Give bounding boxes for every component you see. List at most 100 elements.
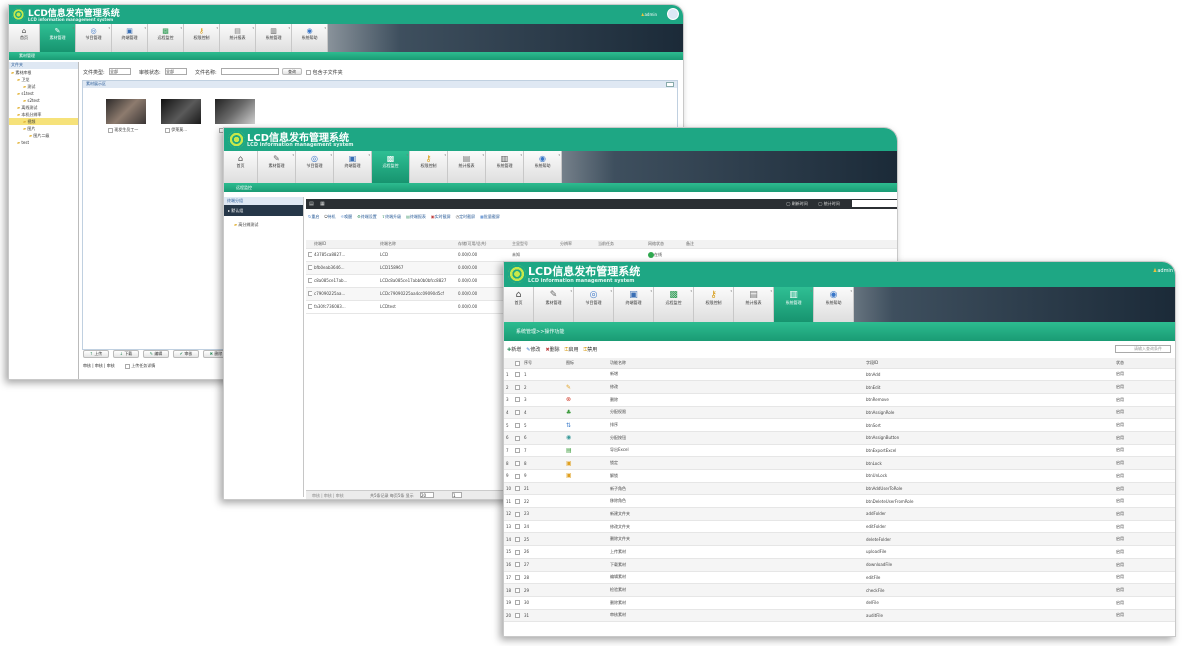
row-checkbox[interactable] (308, 304, 312, 310)
row-checkbox[interactable] (515, 613, 520, 619)
include-subfolders[interactable]: 包含子文件夹 (306, 69, 343, 76)
nav-system[interactable]: ▥ 系统管理 ▾ (256, 24, 292, 52)
tree-node[interactable]: ▰ test (9, 139, 78, 146)
nav-key[interactable]: ⚷ 权限控制 ▾ (694, 287, 734, 322)
table-row[interactable]: 12 23 新建文件夹 addFolder 启用 (504, 507, 1175, 521)
row-checkbox[interactable] (308, 265, 312, 271)
upload-task-detail[interactable]: 上传任务详情 (125, 363, 155, 369)
toolbar-item-8[interactable]: ▦批量截屏 (480, 214, 500, 223)
list-view-icon[interactable]: ▤ (309, 201, 314, 207)
nav-home[interactable]: ⌂ 首页 (9, 24, 40, 52)
toolbar-item-1[interactable]: ⏻待机 (324, 214, 335, 223)
column-header[interactable]: 备注 (684, 240, 714, 249)
table-row[interactable]: 13 24 修改文件夹 editFolder 启用 (504, 520, 1175, 534)
row-checkbox[interactable] (515, 587, 520, 593)
row-checkbox[interactable] (515, 473, 520, 479)
nav-pencil[interactable]: ✎ 素材管理 ▾ (534, 287, 574, 322)
column-header[interactable]: 状态 (1114, 358, 1175, 369)
tree-node[interactable]: ▰ 测试 (9, 83, 78, 90)
stats-time[interactable]: ◯ 统计时间 (818, 201, 840, 207)
search-button[interactable]: 查询 (282, 68, 302, 75)
tree-node[interactable]: ▰ 图片二级 (9, 132, 78, 139)
nav-home[interactable]: ⌂ 首页 (224, 151, 258, 183)
nav-report[interactable]: ▤ 统计报表 ▾ (220, 24, 256, 52)
nav-help[interactable]: ◉ 系统帮助 ▾ (524, 151, 562, 183)
table-row[interactable]: 15 26 上传素材 uploadFile 启用 (504, 545, 1175, 559)
avatar[interactable] (667, 8, 679, 20)
thumbnail-3[interactable] (215, 99, 255, 124)
row-checkbox[interactable] (515, 486, 520, 492)
nav-monitor-green[interactable]: ▩ 远程监控 ▾ (372, 151, 410, 183)
table-row[interactable]: 18 29 检验素材 checkFile 启用 (504, 583, 1175, 597)
row-checkbox[interactable] (308, 278, 312, 284)
nav-help[interactable]: ◉ 系统帮助 ▾ (814, 287, 854, 322)
toolbar-item-0[interactable]: ↻重启 (308, 214, 319, 223)
table-row[interactable]: 10 21 新子角色 btnAddUserToRole 启用 (504, 482, 1175, 496)
tree-node[interactable]: ▰ 素材库根 (9, 69, 78, 76)
thumbnail-1[interactable] (106, 99, 146, 124)
row-checkbox[interactable] (515, 372, 520, 378)
nav-key[interactable]: ⚷ 权限控制 ▾ (184, 24, 220, 52)
monitor-search-input[interactable] (852, 200, 897, 207)
column-header[interactable]: 当前任务 (596, 240, 646, 249)
add-button[interactable]: ✚新增 (507, 346, 521, 354)
disable-button[interactable]: ⚿禁用 (583, 346, 597, 354)
table-row[interactable]: 3 3 ⊗ 删除 btnRemove 启用 (504, 393, 1175, 407)
nav-key[interactable]: ⚷ 权限控制 ▾ (410, 151, 448, 183)
row-checkbox[interactable] (515, 575, 520, 581)
function-search-input[interactable]: 请输入查询条件 (1115, 345, 1171, 353)
row-checkbox[interactable] (515, 448, 520, 454)
table-row[interactable]: 14 25 删除文件夹 deleteFolder 启用 (504, 532, 1175, 547)
toolbar-item-7[interactable]: ◷定时截屏 (456, 214, 476, 223)
download-button[interactable]: ↓ 下载 (113, 350, 139, 358)
tree-node[interactable]: ▰ 视频 (9, 118, 78, 125)
toolbar-item-6[interactable]: ▣实时截屏 (431, 214, 451, 223)
grid-view-icon[interactable]: ▦ (320, 201, 325, 207)
column-header[interactable]: 主显型号 (510, 240, 558, 249)
row-checkbox[interactable] (515, 524, 520, 530)
thumbnail-2-label[interactable]: 伊莱莫... (165, 127, 187, 133)
table-row[interactable]: 7 7 ▤ 导出Excel btnExportExcel 启用 (504, 444, 1175, 458)
tree-node[interactable]: ▰ 图片 (9, 125, 78, 132)
column-header[interactable]: 图标 (564, 358, 608, 369)
table-row[interactable]: 9 9 ▣ 解锁 btnUnLock 启用 (504, 469, 1175, 483)
toolbar-item-5[interactable]: ▤终端报表 (406, 214, 426, 223)
row-checkbox[interactable] (308, 252, 312, 258)
row-checkbox[interactable] (515, 397, 520, 403)
table-row[interactable]: 2 2 ✎ 修改 btnEdit 启用 (504, 380, 1175, 394)
row-checkbox[interactable] (515, 422, 520, 428)
file-type-select[interactable]: 全部 (109, 68, 131, 75)
nav-monitor-green[interactable]: ▩ 远程监控 ▾ (654, 287, 694, 322)
audit-status-select[interactable]: 全部 (165, 68, 187, 75)
nav-monitor[interactable]: ▣ 终端管理 ▾ (334, 151, 372, 183)
toolbar-item-3[interactable]: ⚙终端设置 (357, 214, 377, 223)
nav-system[interactable]: ▥ 系统管理 ▾ (774, 287, 814, 322)
tree-node[interactable]: ▰ 本机分辨率 (9, 111, 78, 118)
nav-monitor[interactable]: ▣ 终端管理 ▾ (112, 24, 148, 52)
table-row[interactable]: 43785ca8827... LCD 0.00/0.00 未知 在线 (306, 248, 897, 262)
delete-button[interactable]: ✖删除 (545, 346, 559, 354)
nav-pencil[interactable]: ✎ 素材管理 ▾ (258, 151, 296, 183)
table-row[interactable]: 6 6 ◉ 分配按钮 btnAssignButton 启用 (504, 431, 1175, 445)
page-number-input[interactable]: 1 (452, 492, 462, 498)
column-header[interactable]: 终端名称 (378, 240, 456, 249)
column-header[interactable]: 序号 (522, 358, 564, 369)
collapse-icon[interactable] (666, 82, 674, 87)
column-header[interactable]: 网络状态 (646, 240, 684, 249)
group-default[interactable]: ▸ 默认组 (224, 205, 303, 216)
upload-button[interactable]: ↑ 上传 (83, 350, 109, 358)
column-header[interactable]: 字段ID (864, 358, 1114, 369)
edit-button[interactable]: ✎ 编辑 (143, 350, 169, 358)
table-row[interactable]: 17 28 编辑素材 editFile 启用 (504, 571, 1175, 585)
table-row[interactable]: 8 8 ▣ 锁定 btnLock 启用 (504, 456, 1175, 470)
row-checkbox[interactable] (515, 600, 520, 606)
nav-help[interactable]: ◉ 系统帮助 ▾ (292, 24, 328, 52)
row-checkbox[interactable] (515, 384, 520, 390)
nav-monitor-green[interactable]: ▩ 远程监控 ▾ (148, 24, 184, 52)
nav-home[interactable]: ⌂ 首页 (504, 287, 534, 322)
column-header[interactable]: 终端ID (312, 240, 378, 249)
table-row[interactable]: 4 4 ♣ 分配权限 btnAssignRole 启用 (504, 406, 1175, 420)
row-checkbox[interactable] (515, 549, 520, 555)
row-checkbox[interactable] (515, 511, 520, 517)
column-header[interactable]: 功能名称 (608, 358, 864, 369)
